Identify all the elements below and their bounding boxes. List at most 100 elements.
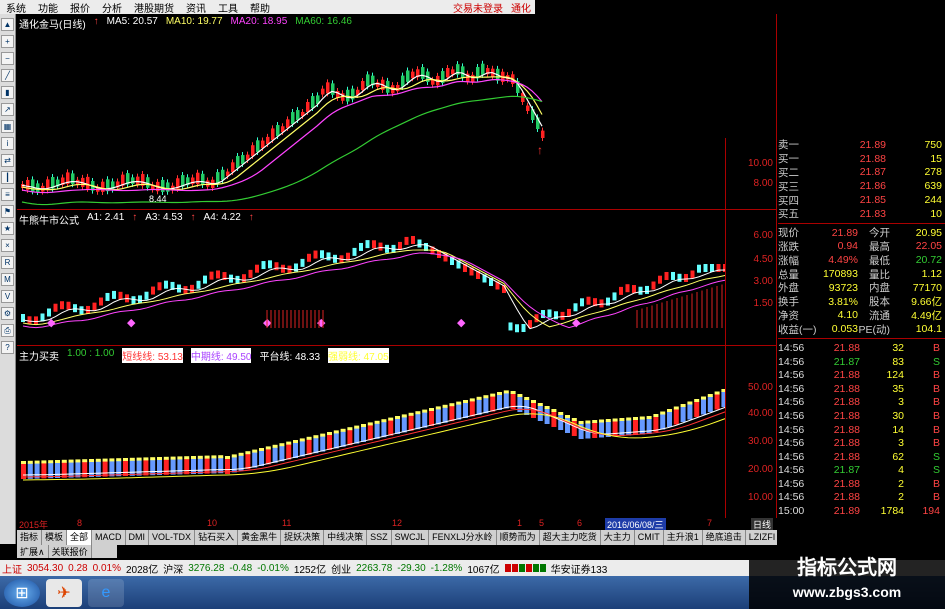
force-bar — [123, 460, 128, 476]
tick-time: 14:56 — [778, 450, 805, 463]
force-bar-cap — [55, 460, 60, 463]
indicator-tab[interactable]: VOL-TDX — [149, 530, 196, 545]
related-quote-tab[interactable]: 关联报价 — [49, 545, 92, 558]
indicator-tab[interactable]: 超大主力吃货 — [540, 530, 601, 545]
tick-price: 21.88 — [833, 382, 860, 395]
tick-row: 15:00 21.89 1784 194 — [778, 504, 945, 518]
login-status-link[interactable]: 交易未登录 — [453, 0, 503, 15]
force-bar — [551, 411, 557, 427]
trend-icon[interactable]: ↗ — [1, 103, 14, 116]
browser-icon[interactable]: e — [88, 578, 124, 607]
indicator-tab[interactable]: LZIZFI — [746, 530, 777, 545]
indicator-panel-2[interactable]: 主力买卖 1.00 : 1.00 短线线: 53.13 中期线: 49.50 平… — [17, 346, 777, 532]
indicator-panel-1[interactable]: 牛熊牛市公式 A1: 2.41 ↑ A3: 4.53 ↑ A4: 4.22 ↑ … — [17, 210, 777, 346]
menu-system[interactable]: 系统 — [0, 0, 32, 15]
indicator-tab[interactable]: MACD — [92, 530, 126, 545]
indicator-tab[interactable]: 大主力 — [601, 530, 635, 545]
indicator-bar — [417, 239, 422, 248]
force-bar — [401, 416, 407, 433]
indicator-tab-bar: 指标 模板 全部 MACD DMI VOL-TDX 钻石买入 黄金黑牛 捉妖决策 中线决策 SSZ S… — [17, 530, 777, 545]
rsi-icon[interactable]: R — [1, 256, 14, 269]
info-icon[interactable]: i — [1, 137, 14, 150]
sz-index-value: 3276.28 — [188, 562, 225, 574]
trading-app-icon[interactable]: ✈ — [46, 578, 82, 607]
sz-index-label[interactable]: 沪深 — [163, 561, 183, 576]
indicator-tab[interactable]: 中线决策 — [324, 530, 368, 545]
candle-body — [271, 128, 275, 140]
compare-icon[interactable]: ⇄ — [1, 154, 14, 167]
indicator-tab[interactable]: SSZ — [367, 530, 392, 545]
indicator-tab[interactable]: SWCJL — [392, 530, 430, 545]
price-chart[interactable]: ↑ — [17, 14, 725, 210]
force-bar-cap — [245, 451, 251, 455]
price-panel[interactable]: 通化金马(日线) ↑ MA5: 20.57 MA10: 19.77 MA20: … — [17, 14, 777, 210]
indicator-tab[interactable]: 指标 — [17, 530, 43, 545]
tick-price: 21.89 — [833, 505, 860, 518]
menu-analysis[interactable]: 分析 — [96, 0, 128, 15]
list-icon[interactable]: ≡ — [1, 188, 14, 201]
cy-index-label[interactable]: 创业 — [331, 561, 351, 576]
volume-icon[interactable]: V — [1, 290, 14, 303]
print-icon[interactable]: ⎙ — [1, 324, 14, 337]
force-bar-cap — [27, 460, 33, 464]
force-tick: 40.00 — [747, 408, 773, 419]
line-chart-icon[interactable]: ╱ — [1, 69, 14, 82]
tick-volume: 2 — [898, 491, 904, 504]
arrow-up-icon[interactable]: ▲ — [1, 18, 14, 31]
menu-function[interactable]: 功能 — [32, 0, 64, 15]
candle-body — [326, 82, 330, 94]
moving-average-line — [21, 78, 543, 194]
flag-icon[interactable]: ⚑ — [1, 205, 14, 218]
menu-quote[interactable]: 报价 — [64, 0, 96, 15]
settings-icon[interactable]: ⚙ — [1, 307, 14, 320]
indicator-tab[interactable]: 顺势而为 — [497, 530, 540, 545]
candle-icon[interactable]: ┃ — [1, 171, 14, 184]
indicator-tab[interactable]: 主升浪1 — [664, 530, 703, 545]
menu-news[interactable]: 资讯 — [180, 0, 212, 15]
low-price-label: 8.44 — [149, 194, 167, 204]
broker-name[interactable]: 华安证券133 — [551, 561, 608, 576]
stat-label: 换手 — [778, 296, 799, 309]
menu-help[interactable]: 帮助 — [244, 0, 276, 15]
force-bar-cap — [299, 438, 305, 442]
indicator-tab[interactable]: 钻石买入 — [195, 530, 239, 545]
candle-body — [481, 63, 485, 75]
start-button-icon[interactable]: ⊞ — [4, 578, 40, 607]
chart-area[interactable]: 通化金马(日线) ↑ MA5: 20.57 MA10: 19.77 MA20: … — [17, 14, 777, 532]
indicator-chart-1[interactable]: ◆◆◆◆◆◆◆ — [17, 210, 725, 346]
stat-label: 净资 — [778, 309, 799, 322]
indicator-tab[interactable]: 捉妖决策 — [281, 530, 325, 545]
menu-tools[interactable]: 工具 — [212, 0, 244, 15]
force-bar — [245, 453, 251, 470]
indicator-tab[interactable]: 全部 — [67, 530, 93, 545]
candle-body — [131, 177, 135, 185]
star-icon[interactable]: ★ — [1, 222, 14, 235]
cross-icon[interactable]: × — [1, 239, 14, 252]
indicator-tab[interactable]: FENXLJ分水岭 — [429, 530, 497, 545]
indicator-bar — [307, 253, 311, 262]
indicator-bar — [144, 291, 149, 300]
bar-chart-icon[interactable]: ▮ — [1, 86, 14, 99]
grid-icon[interactable]: ▦ — [1, 120, 14, 133]
zoom-out-icon[interactable]: − — [1, 52, 14, 65]
indicator-tab[interactable]: 绝底追击 — [703, 530, 746, 545]
indicator-tab[interactable]: 模板 — [42, 530, 68, 545]
force-bar-cap — [714, 391, 720, 395]
macd-icon[interactable]: M — [1, 273, 14, 286]
watermark: 指标公式网 www.zbgs3.com — [749, 545, 945, 609]
help-icon[interactable]: ? — [1, 341, 14, 354]
indicator-tab[interactable]: 黄金黑牛 — [238, 530, 282, 545]
zoom-in-icon[interactable]: + — [1, 35, 14, 48]
indicator-chart-2[interactable] — [17, 346, 725, 532]
indicator-tab[interactable]: CMIT — [635, 530, 664, 545]
candle-body — [366, 74, 370, 87]
force-bar — [558, 414, 564, 430]
tick-time: 14:56 — [778, 409, 805, 422]
order-book-label: 买五 — [778, 208, 799, 221]
sh-index-label[interactable]: 上证 — [2, 561, 22, 576]
menu-hk-futures[interactable]: 港股期货 — [128, 0, 180, 15]
expand-tab[interactable]: 扩展∧ — [17, 545, 49, 558]
force-bar — [197, 457, 203, 474]
indicator-tab[interactable]: DMI — [126, 530, 150, 545]
candle-body — [86, 176, 90, 189]
